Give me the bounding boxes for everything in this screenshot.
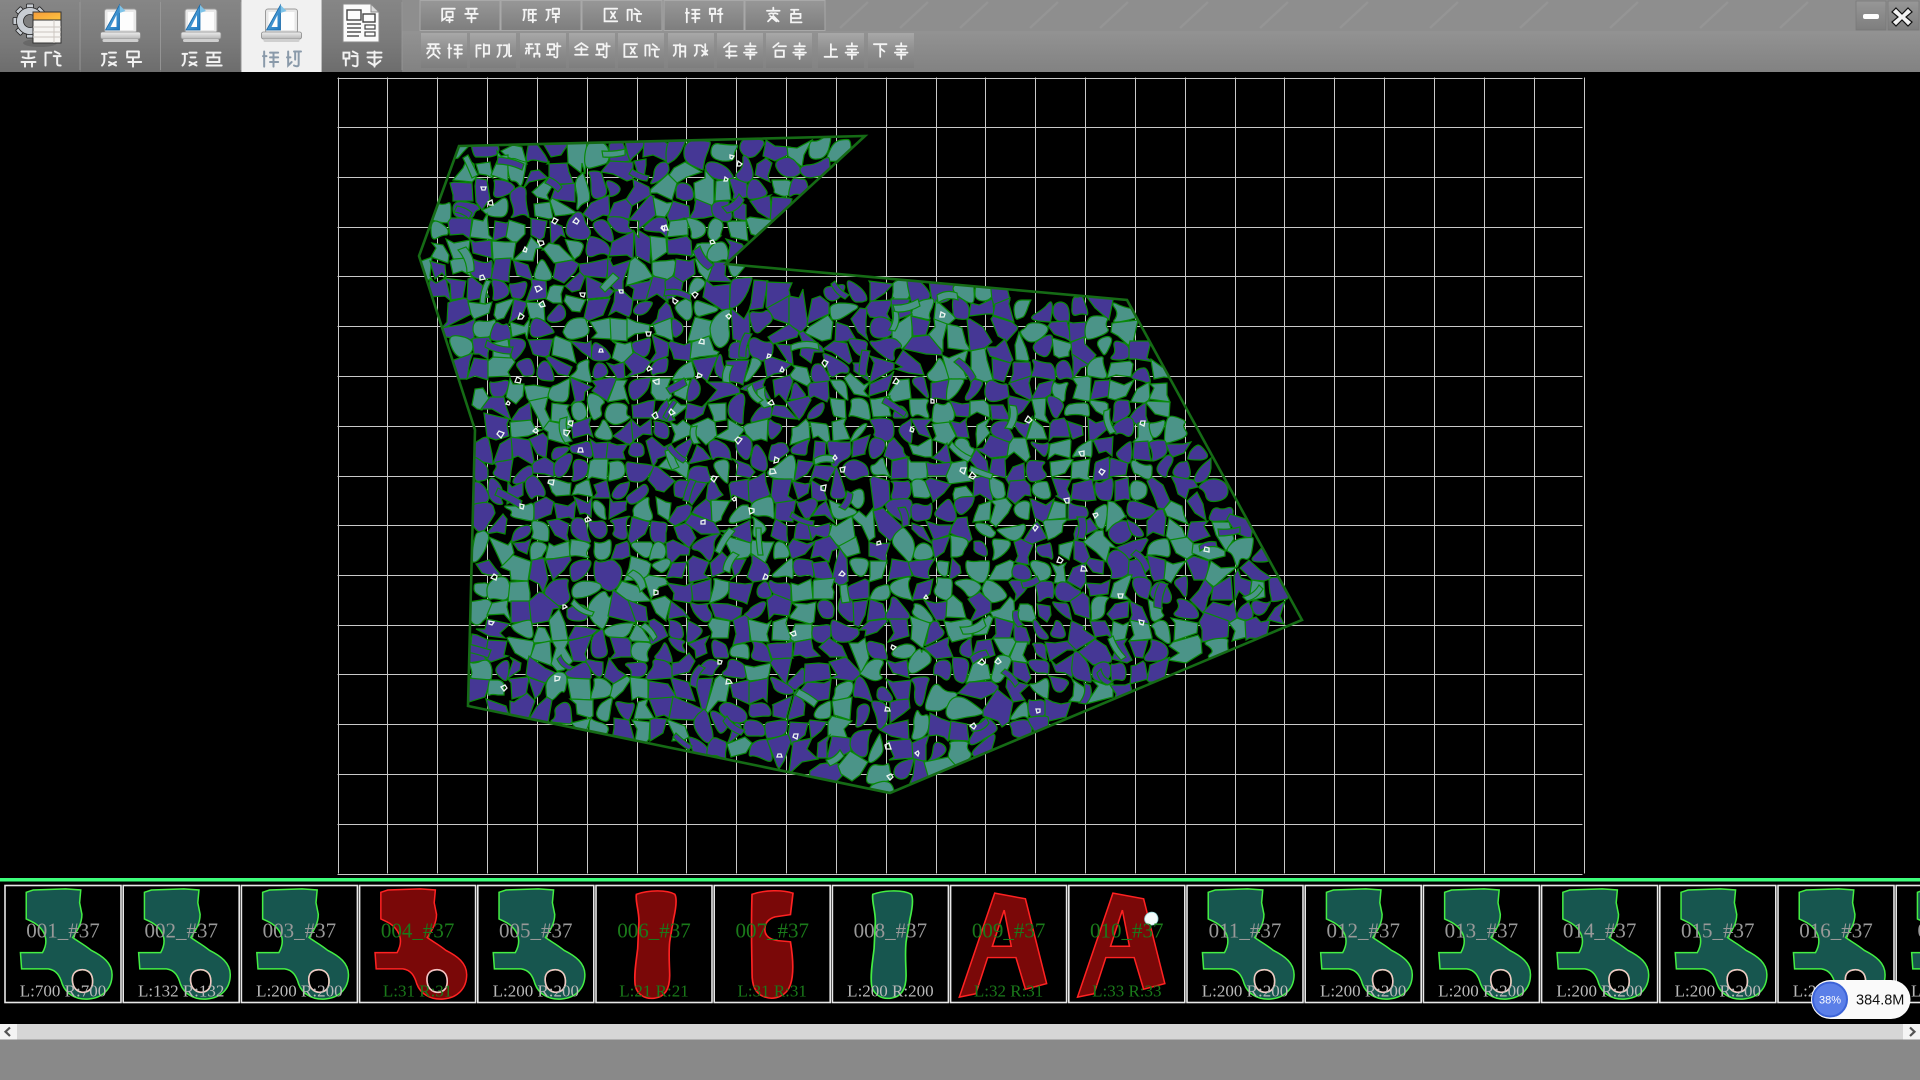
svg-text:009_#37: 009_#37 (972, 919, 1046, 943)
svg-text:005_#37: 005_#37 (499, 919, 573, 943)
svg-text:008_#37: 008_#37 (854, 919, 928, 943)
svg-text:011_#37: 011_#37 (1209, 919, 1282, 943)
svg-text:L:21 R:21: L:21 R:21 (619, 982, 688, 1001)
svg-text:L:31 R:31: L:31 R:31 (737, 982, 806, 1001)
svg-text:004_#37: 004_#37 (381, 919, 455, 943)
svg-text:012_#37: 012_#37 (1326, 919, 1400, 943)
svg-text:38%: 38% (1819, 995, 1841, 1007)
svg-text:L:132 R:132: L:132 R:132 (138, 982, 224, 1001)
svg-text:L:200 R:200: L:200 R:200 (1438, 982, 1524, 1001)
svg-text:014_#37: 014_#37 (1563, 919, 1637, 943)
svg-text:015_#37: 015_#37 (1681, 919, 1755, 943)
svg-text:002_#37: 002_#37 (144, 919, 218, 943)
svg-text:L:32 R:31: L:32 R:31 (974, 982, 1043, 1001)
svg-text:010_#37: 010_#37 (1090, 919, 1164, 943)
svg-text:L:200 R:200: L:200 R:200 (1320, 982, 1406, 1001)
svg-text:L:200 R:200: L:200 R:200 (1556, 982, 1642, 1001)
svg-text:L:200 R:200: L:200 R:200 (1911, 982, 1920, 1001)
svg-text:006_#37: 006_#37 (617, 919, 691, 943)
svg-text:L:700 R:700: L:700 R:700 (20, 982, 106, 1001)
svg-text:001_#37: 001_#37 (26, 919, 100, 943)
svg-text:L:200 R:200: L:200 R:200 (847, 982, 933, 1001)
svg-text:007_#37: 007_#37 (735, 919, 809, 943)
svg-text:L:33 R:33: L:33 R:33 (1092, 982, 1161, 1001)
svg-text:L:200 R:200: L:200 R:200 (493, 982, 579, 1001)
svg-text:013_#37: 013_#37 (1445, 919, 1519, 943)
svg-text:016_#37: 016_#37 (1799, 919, 1873, 943)
svg-text:L:200 R:200: L:200 R:200 (1202, 982, 1288, 1001)
svg-text:003_#37: 003_#37 (263, 919, 337, 943)
svg-text:L:200 R:200: L:200 R:200 (1675, 982, 1761, 1001)
svg-text:384.8M: 384.8M (1856, 993, 1904, 1009)
svg-text:L:31 R:31: L:31 R:31 (383, 982, 452, 1001)
svg-text:L:200 R:200: L:200 R:200 (256, 982, 342, 1001)
